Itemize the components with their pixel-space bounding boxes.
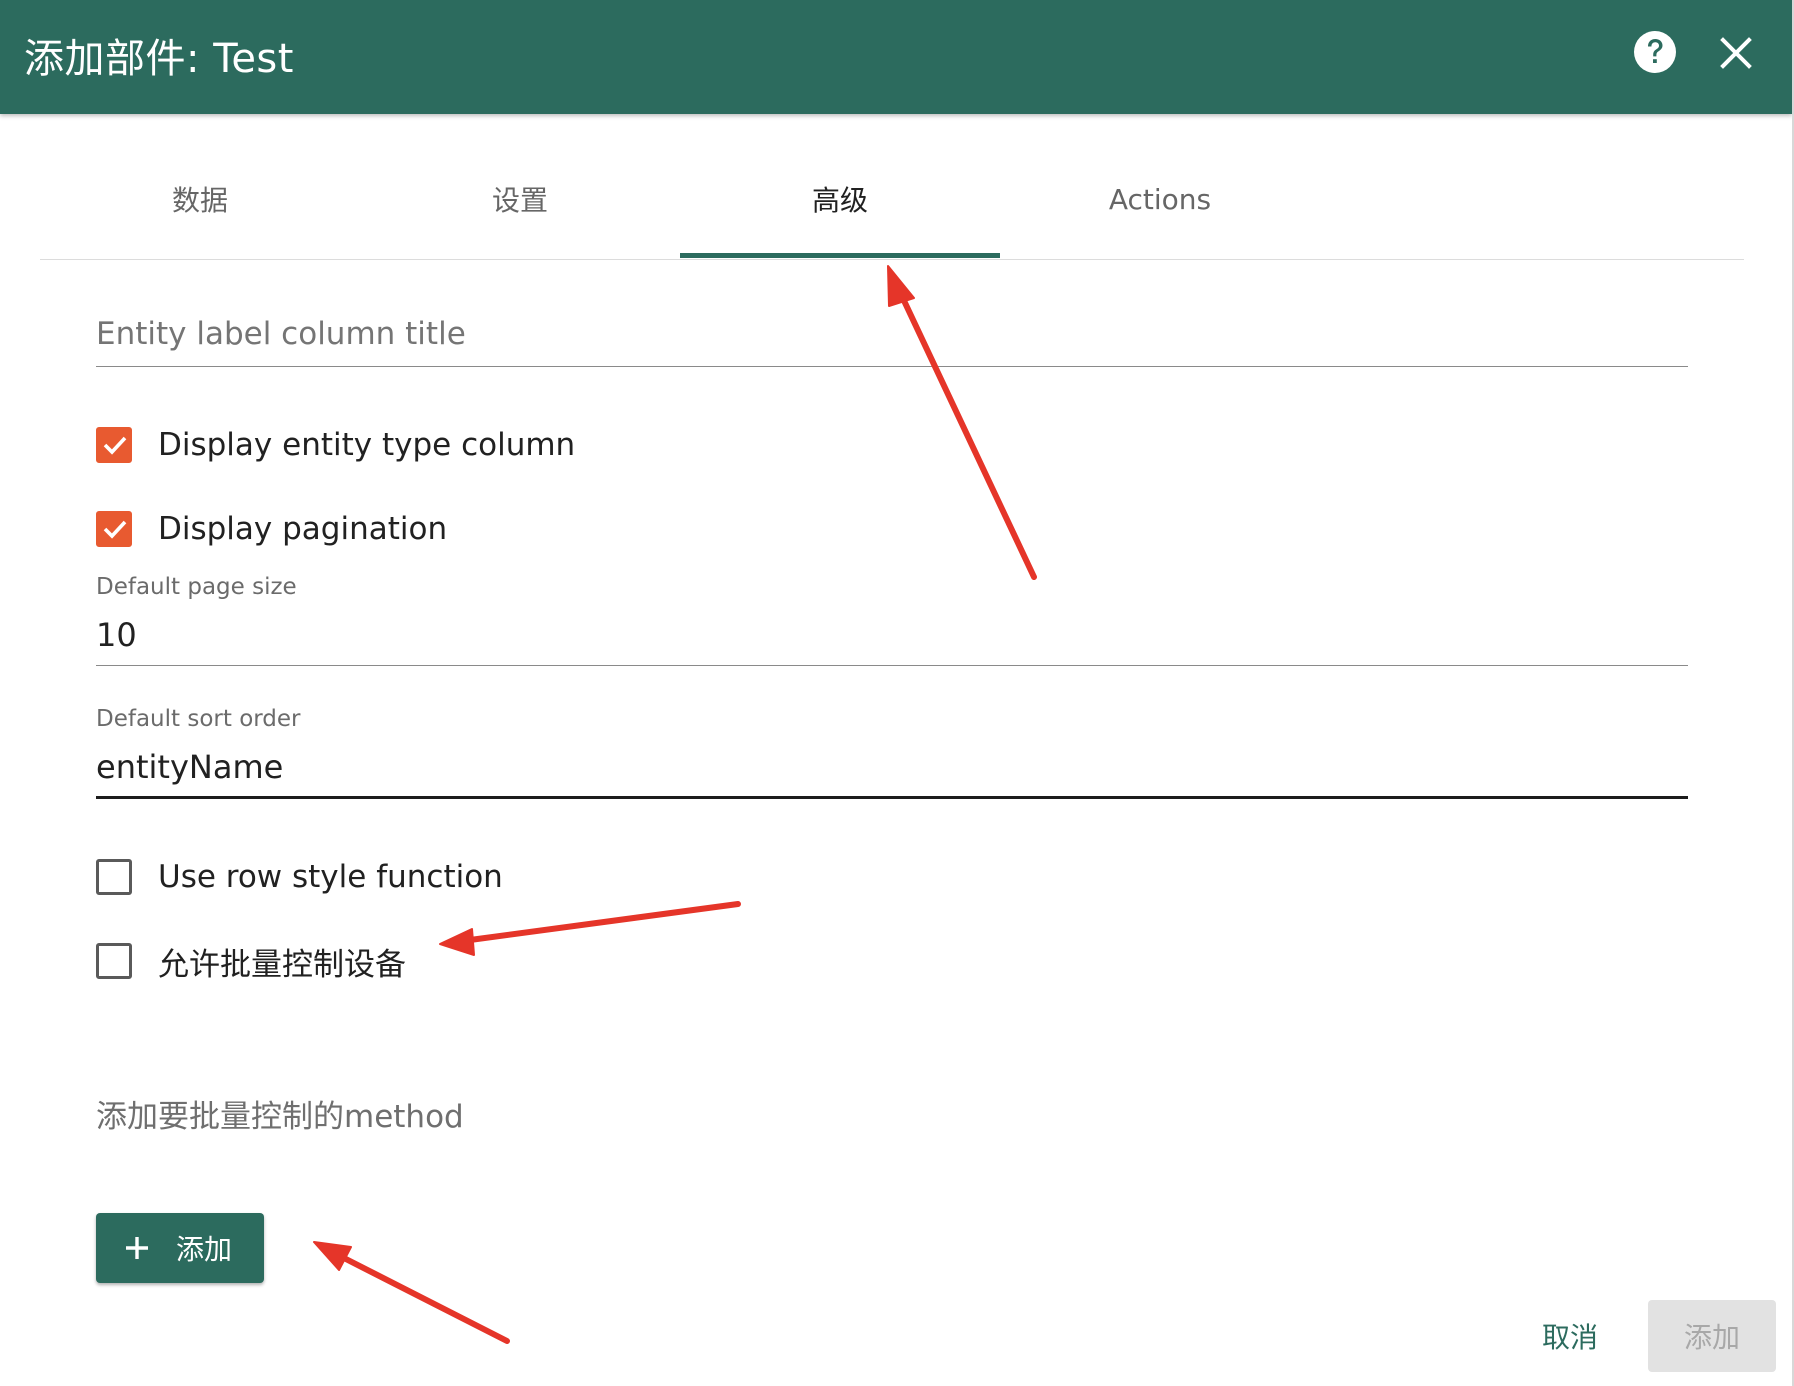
entity-label-title-field[interactable]: Entity label column title (96, 300, 1688, 370)
annotation-arrow-add (313, 1241, 510, 1344)
tab-advanced[interactable]: 高级 (680, 140, 1000, 258)
close-icon (1720, 37, 1752, 69)
tab-actions[interactable]: Actions (1000, 140, 1320, 258)
default-page-size-field[interactable]: Default page size 10 (96, 572, 1688, 672)
tab-settings[interactable]: 设置 (360, 140, 680, 258)
default-page-size-label: Default page size (96, 574, 297, 600)
plus-icon (126, 1237, 148, 1259)
checkbox-empty-icon (96, 859, 132, 895)
dialog-header: 添加部件: Test (0, 0, 1792, 114)
default-sort-order-underline (96, 796, 1688, 799)
display-entity-type-label: Display entity type column (158, 427, 576, 463)
use-row-style-label: Use row style function (158, 859, 503, 895)
checkbox-checked-icon (96, 427, 132, 463)
add-method-button[interactable]: 添加 (96, 1213, 264, 1283)
batch-control-label: 允许批量控制设备 (158, 946, 406, 983)
default-page-size-underline (96, 665, 1688, 666)
add-widget-dialog: 添加部件: Test 数据 设置 高级 Actions Entity label… (0, 0, 1794, 1386)
checkbox-checked-icon (96, 511, 132, 547)
method-section-label: 添加要批量控制的method (96, 1099, 464, 1135)
active-tab-indicator (680, 253, 1000, 258)
display-pagination-checkbox[interactable]: Display pagination (96, 505, 447, 553)
entity-label-title-placeholder: Entity label column title (96, 316, 466, 352)
batch-control-checkbox[interactable]: 允许批量控制设备 (96, 937, 406, 985)
tab-data[interactable]: 数据 (40, 140, 360, 258)
help-circle-icon (1634, 31, 1676, 73)
use-row-style-checkbox[interactable]: Use row style function (96, 853, 503, 901)
display-entity-type-checkbox[interactable]: Display entity type column (96, 421, 575, 469)
help-button[interactable] (1632, 29, 1678, 75)
cancel-button[interactable]: 取消 (1520, 1300, 1620, 1372)
add-method-label: 添加 (176, 1233, 233, 1266)
entity-label-title-underline (96, 366, 1688, 367)
display-pagination-label: Display pagination (158, 511, 448, 547)
default-sort-order-field[interactable]: Default sort order entityName (96, 704, 1688, 804)
tab-bar: 数据 设置 高级 Actions (40, 140, 1744, 260)
default-sort-order-value[interactable]: entityName (96, 748, 283, 786)
dialog-title: 添加部件: Test (24, 36, 294, 82)
checkbox-empty-icon (96, 943, 132, 979)
default-sort-order-label: Default sort order (96, 706, 301, 732)
submit-add-button[interactable]: 添加 (1648, 1300, 1776, 1372)
default-page-size-value[interactable]: 10 (96, 616, 137, 654)
close-button[interactable] (1712, 29, 1760, 77)
annotation-arrow-batch (439, 901, 741, 956)
